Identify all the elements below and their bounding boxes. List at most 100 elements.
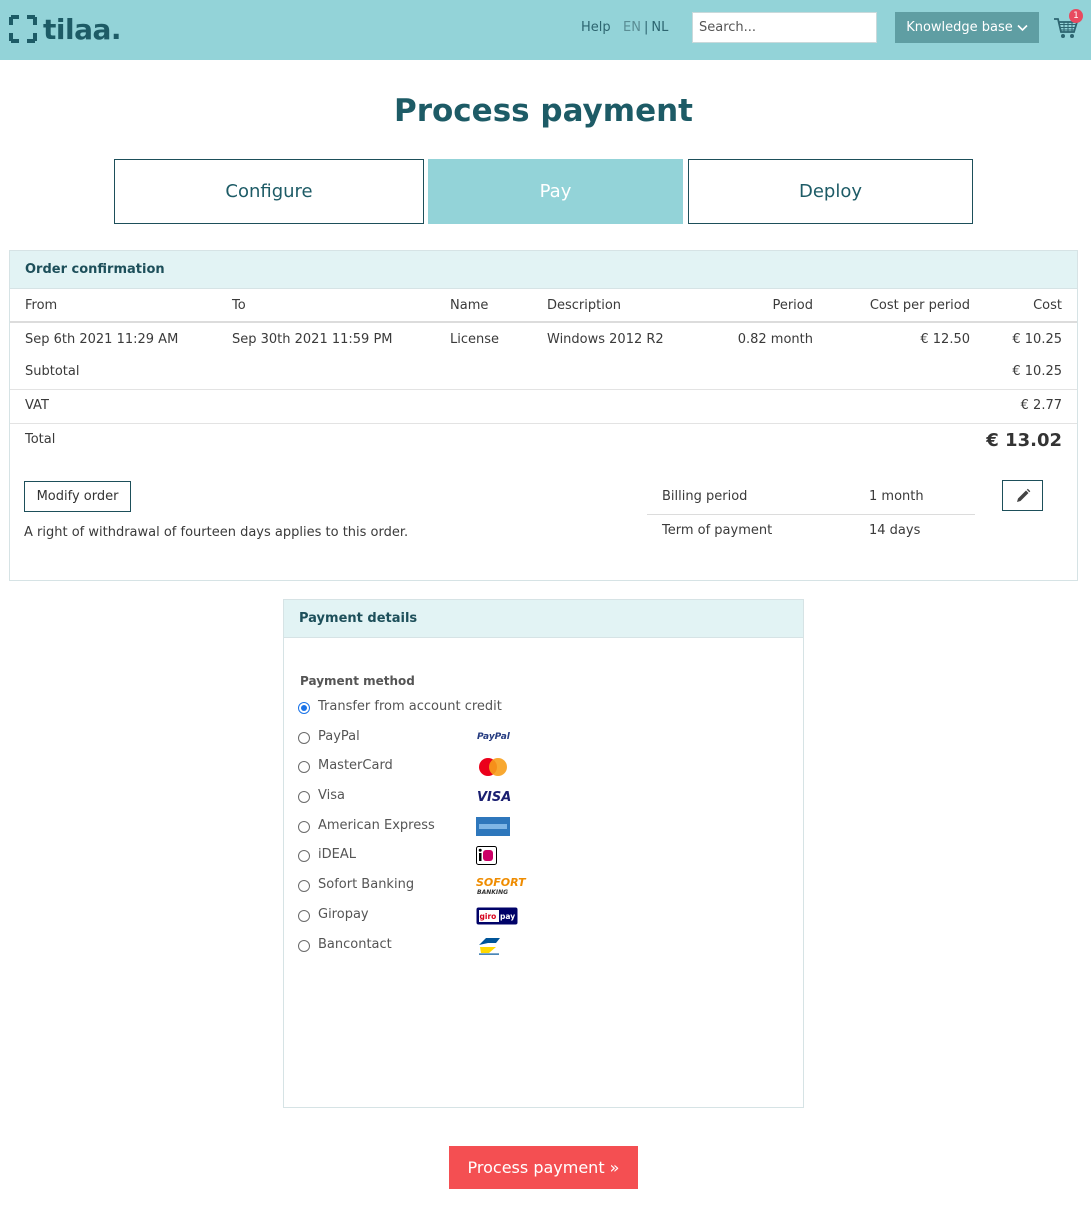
process-payment-button[interactable]: Process payment » (449, 1146, 638, 1189)
paypal-logo-icon: PayPal (477, 732, 511, 742)
col-cost-per-period: Cost per period (869, 298, 970, 313)
giropay-logo-text-a: giro (480, 912, 497, 921)
payment-method-list: Transfer from account credit PayPal PayP… (298, 697, 598, 964)
modify-order-button[interactable]: Modify order (24, 481, 131, 512)
chevron-down-icon (1017, 24, 1028, 31)
payment-option-visa[interactable]: Visa VISA (298, 786, 598, 816)
billing-period-value: 1 month (869, 489, 924, 504)
logo-text: tilaa. (43, 12, 122, 46)
payment-option-account-credit[interactable]: Transfer from account credit (298, 697, 598, 727)
total-label: Total (25, 432, 56, 447)
top-header: tilaa. Help EN | NL Knowledge base 1 (0, 0, 1091, 60)
payment-option-label: Sofort Banking (318, 877, 415, 893)
bancontact-logo-icon (479, 937, 500, 955)
total-row: Total € 13.02 (10, 424, 1077, 464)
col-description: Description (547, 298, 622, 313)
line-from: Sep 6th 2021 11:29 AM (25, 332, 179, 347)
subtotal-value: € 10.25 (1012, 364, 1062, 379)
radio-paypal[interactable] (298, 731, 310, 744)
visa-logo-text: VISA (477, 790, 511, 805)
page-title: Process payment (394, 93, 693, 129)
tilaa-logo[interactable]: tilaa. (9, 12, 122, 46)
payment-option-label: iDEAL (318, 847, 356, 863)
withdrawal-notice: A right of withdrawal of fourteen days a… (24, 525, 409, 540)
billing-period-label: Billing period (662, 489, 748, 504)
pencil-icon (1016, 488, 1030, 502)
mastercard-logo-icon (479, 758, 507, 777)
table-header-row: From To Name Description Period Cost per… (10, 289, 1077, 323)
payment-option-label: PayPal (318, 728, 360, 744)
billing-info: Billing period 1 month Term of payment 1… (647, 481, 975, 547)
radio-ideal[interactable] (298, 850, 310, 863)
ideal-logo-icon (476, 846, 497, 866)
payment-option-label: MasterCard (318, 758, 393, 774)
col-to: To (232, 298, 246, 313)
billing-period-row: Billing period 1 month (647, 481, 975, 514)
cart-count-badge: 1 (1069, 9, 1083, 23)
giropay-logo-text-b: pay (500, 912, 515, 921)
order-confirmation-panel: Order confirmation From To Name Descript… (9, 250, 1078, 581)
sofort-logo-text: SOFORT (476, 876, 527, 889)
help-link[interactable]: Help (581, 20, 611, 35)
radio-account-credit[interactable] (298, 702, 310, 714)
radio-visa[interactable] (298, 791, 310, 804)
term-of-payment-value: 14 days (869, 523, 921, 538)
payment-option-ideal[interactable]: iDEAL (298, 845, 598, 875)
payment-option-paypal[interactable]: PayPal PayPal (298, 727, 598, 757)
payment-option-label: Visa (318, 788, 345, 804)
term-of-payment-row: Term of payment 14 days (647, 514, 975, 547)
radio-amex[interactable] (298, 820, 310, 833)
sofort-logo-subtext: BANKING (477, 889, 508, 896)
col-cost: Cost (1033, 298, 1062, 313)
radio-giropay[interactable] (298, 909, 310, 922)
payment-option-label: Transfer from account credit (318, 699, 502, 714)
edit-billing-button[interactable] (1002, 480, 1043, 511)
payment-panel-title: Payment details (284, 600, 803, 638)
vat-value: € 2.77 (1020, 398, 1062, 413)
payment-option-label: American Express (318, 817, 435, 833)
lang-en-link[interactable]: EN (623, 20, 641, 35)
payment-option-amex[interactable]: American Express (298, 816, 598, 846)
step-deploy[interactable]: Deploy (688, 159, 973, 224)
step-pay: Pay (428, 159, 683, 224)
language-switch: EN | NL (623, 20, 668, 35)
subtotal-label: Subtotal (25, 364, 80, 379)
payment-option-bancontact[interactable]: Bancontact (298, 935, 598, 965)
payment-option-label: Bancontact (318, 936, 392, 952)
line-to: Sep 30th 2021 11:59 PM (232, 332, 393, 347)
vat-row: VAT € 2.77 (10, 390, 1077, 424)
search-input[interactable] (692, 12, 877, 43)
payment-option-giropay[interactable]: Giropay giro pay (298, 905, 598, 935)
payment-details-panel: Payment details Payment method Transfer … (283, 599, 804, 1108)
payment-option-mastercard[interactable]: MasterCard (298, 756, 598, 786)
step-configure[interactable]: Configure (114, 159, 424, 224)
order-table: From To Name Description Period Cost per… (10, 289, 1077, 464)
line-cost: € 10.25 (1012, 332, 1062, 347)
subtotal-row: Subtotal € 10.25 (10, 356, 1077, 390)
vat-label: VAT (25, 398, 49, 413)
radio-sofort[interactable] (298, 880, 310, 893)
amex-logo-icon (476, 816, 510, 836)
radio-bancontact[interactable] (298, 939, 310, 952)
table-row: Sep 6th 2021 11:29 AM Sep 30th 2021 11:5… (10, 323, 1077, 356)
radio-mastercard[interactable] (298, 761, 310, 774)
col-from: From (25, 298, 58, 313)
lang-separator: | (643, 20, 649, 35)
total-value: € 13.02 (986, 430, 1062, 451)
line-name: License (450, 332, 500, 347)
col-name: Name (450, 298, 489, 313)
logo-mark-icon (9, 15, 37, 43)
payment-option-label: Giropay (318, 906, 369, 922)
lang-nl-link[interactable]: NL (651, 20, 668, 35)
col-period: Period (772, 298, 813, 313)
giropay-logo-icon: giro pay (476, 907, 518, 925)
payment-option-sofort[interactable]: Sofort Banking SOFORT BANKING (298, 875, 598, 905)
line-period: 0.82 month (737, 332, 813, 347)
order-panel-title: Order confirmation (10, 251, 1077, 289)
knowledge-base-button[interactable]: Knowledge base (895, 12, 1039, 43)
sofort-logo-icon: SOFORT BANKING (476, 876, 527, 896)
knowledge-base-label: Knowledge base (906, 20, 1013, 35)
line-cost-per-period: € 12.50 (920, 332, 970, 347)
payment-method-label: Payment method (300, 674, 415, 688)
paypal-logo-text: PayPal (477, 732, 511, 742)
